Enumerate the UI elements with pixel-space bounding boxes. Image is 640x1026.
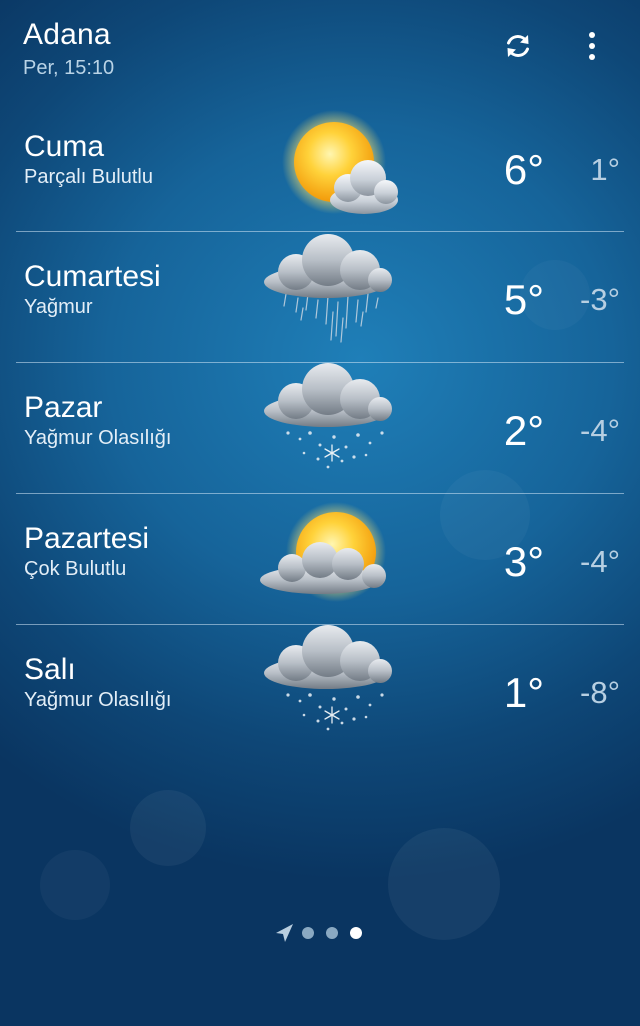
day-condition: Çok Bulutlu (24, 558, 127, 580)
rain-icon (264, 234, 392, 343)
day-name: Pazartesi (24, 522, 150, 555)
forecast-row-4[interactable]: Salı Yağmur Olasılığı 1° -8° (16, 625, 624, 755)
day-condition: Yağmur Olasılığı (24, 427, 172, 449)
low-temp: 1° (590, 152, 620, 187)
mostly-cloudy-icon (260, 502, 386, 602)
high-temp: 1° (503, 669, 544, 716)
forecast-row-2[interactable]: Pazar Yağmur Olasılığı 2° -4° (16, 363, 624, 493)
current-datetime: Per, 15:10 (23, 57, 115, 79)
more-vert-icon (589, 32, 595, 60)
refresh-button[interactable] (496, 24, 540, 68)
high-temp: 3° (503, 538, 544, 585)
app-header: Adana Per, 15:10 (0, 0, 640, 100)
day-name: Cumartesi (24, 260, 161, 293)
refresh-icon (507, 35, 529, 57)
day-condition: Parçalı Bulutlu (24, 166, 153, 188)
page-indicator (274, 922, 374, 944)
page-dot-1[interactable] (302, 927, 314, 939)
city-name[interactable]: Adana (23, 18, 111, 52)
low-temp: -3° (580, 282, 620, 317)
low-temp: -8° (580, 675, 620, 710)
page-dot-2[interactable] (326, 927, 338, 939)
high-temp: 2° (503, 407, 544, 454)
snow-icon (264, 625, 392, 731)
low-temp: -4° (580, 544, 620, 579)
day-condition: Yağmur Olasılığı (24, 689, 172, 711)
high-temp: 5° (503, 276, 544, 323)
snow-icon (264, 363, 392, 469)
day-name: Salı (24, 653, 76, 686)
overflow-menu-button[interactable] (570, 24, 614, 68)
high-temp: 6° (503, 146, 544, 193)
low-temp: -4° (580, 413, 620, 448)
forecast-row-1[interactable]: Cumartesi Yağmur 5° -3° (16, 232, 624, 362)
day-name: Cuma (24, 130, 105, 163)
location-arrow-icon[interactable] (274, 922, 294, 944)
forecast-row-0[interactable]: Cuma Parçalı Bulutlu 6° 1° (16, 102, 624, 232)
partly-cloudy-icon (282, 110, 398, 214)
day-name: Pazar (24, 391, 103, 424)
page-dot-3[interactable] (350, 927, 362, 939)
day-condition: Yağmur (24, 296, 93, 318)
forecast-row-3[interactable]: Pazartesi Çok Bulutlu 3° -4° (16, 494, 624, 624)
